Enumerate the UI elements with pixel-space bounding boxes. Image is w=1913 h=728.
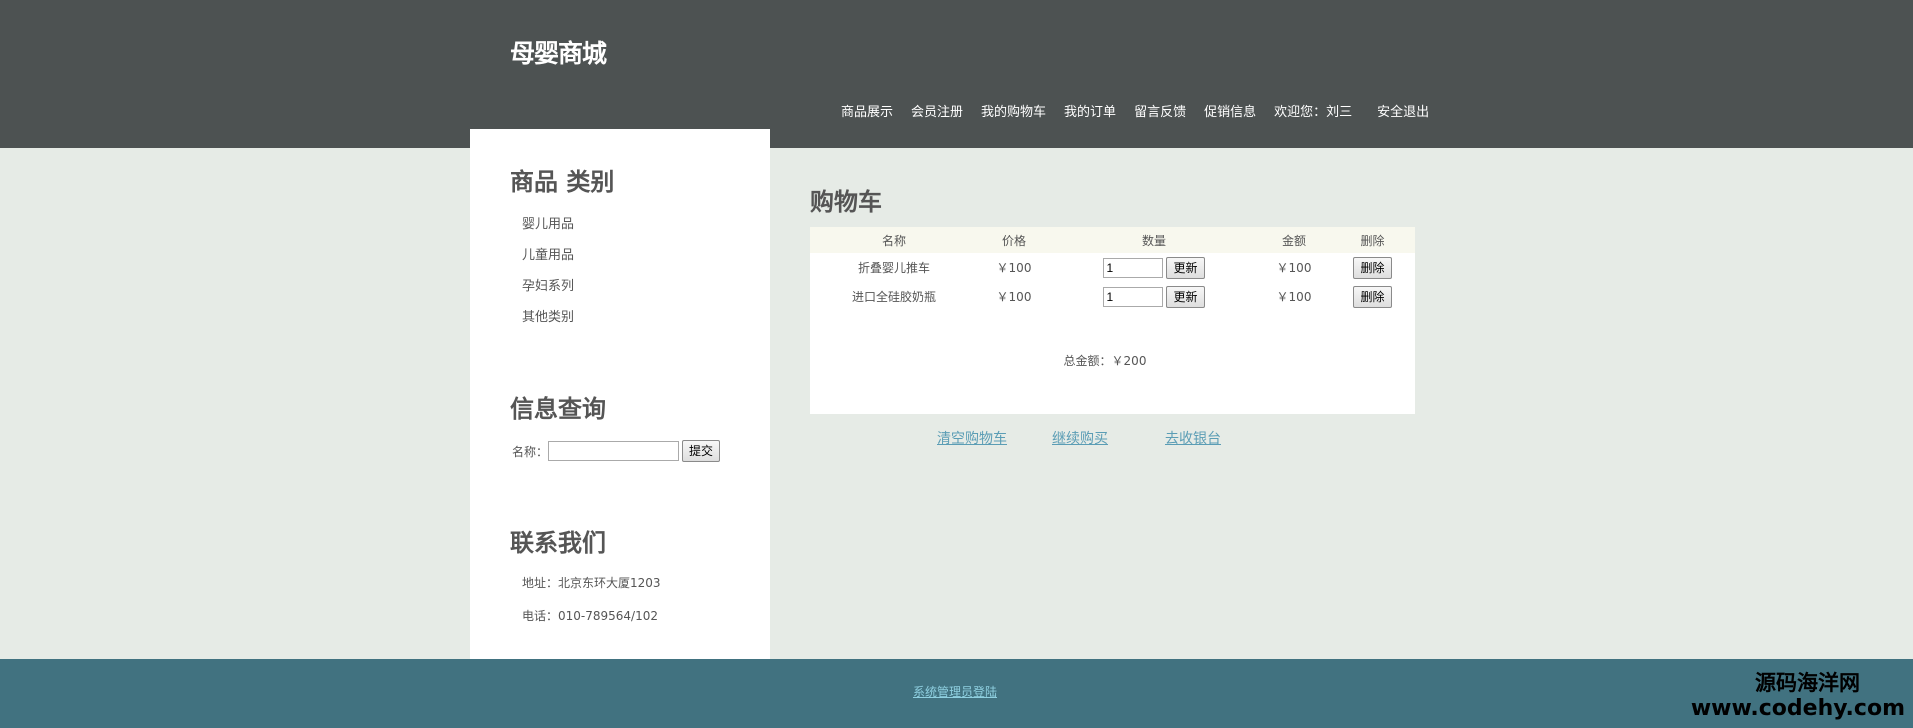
category-item-other[interactable]: 其他类别 bbox=[522, 306, 574, 337]
search-title: 信息查询 bbox=[510, 395, 606, 423]
quantity-cell: 更新 bbox=[1050, 256, 1258, 279]
cart-total: 总金额：￥200 bbox=[1063, 354, 1147, 368]
contact-address: 地址：北京东环大厦1203 bbox=[522, 576, 661, 590]
search-form: 名称： 提交 bbox=[512, 440, 721, 462]
delete-button[interactable]: 删除 bbox=[1353, 256, 1392, 279]
contact-phone: 电话：010-789564/102 bbox=[522, 609, 658, 623]
site-logo: 母婴商城 bbox=[510, 39, 607, 68]
col-header-price: 价格 bbox=[1001, 233, 1026, 248]
quantity-input[interactable] bbox=[1103, 257, 1164, 278]
category-title: 商品 类别 bbox=[510, 168, 615, 196]
main-nav: 商品展示 会员注册 我的购物车 我的订单 留言反馈 促销信息 欢迎您：刘三 安全… bbox=[841, 101, 1447, 120]
category-list: 婴儿用品 儿童用品 孕妇系列 其他类别 bbox=[522, 213, 574, 337]
watermark-url: www.codehy.com bbox=[1690, 696, 1905, 721]
cart-table: 名称 价格 数量 金额 删除 折叠婴儿推车 ￥100 更新 ￥100 删除 进口… bbox=[810, 227, 1415, 414]
cart-title: 购物车 bbox=[810, 188, 882, 216]
delete-cell: 删除 bbox=[1330, 256, 1415, 279]
site-footer: 系统管理员登陆 源码海洋网 www.codehy.com bbox=[0, 659, 1913, 728]
delete-button[interactable]: 删除 bbox=[1353, 285, 1392, 308]
sidebar: 商品 类别 婴儿用品 儿童用品 孕妇系列 其他类别 信息查询 名称： 提交 联系… bbox=[470, 129, 770, 659]
update-button[interactable]: 更新 bbox=[1166, 256, 1205, 279]
admin-login-link[interactable]: 系统管理员登陆 bbox=[913, 683, 997, 700]
welcome-text: 欢迎您：刘三 bbox=[1274, 105, 1353, 120]
delete-cell: 删除 bbox=[1330, 285, 1415, 308]
item-amount: ￥100 bbox=[1276, 290, 1312, 304]
quantity-input[interactable] bbox=[1103, 286, 1164, 307]
nav-logout[interactable]: 安全退出 bbox=[1377, 101, 1429, 120]
nav-my-orders[interactable]: 我的订单 bbox=[1064, 101, 1116, 120]
category-item-maternity[interactable]: 孕妇系列 bbox=[522, 275, 574, 306]
nav-products[interactable]: 商品展示 bbox=[841, 101, 893, 120]
item-price: ￥100 bbox=[996, 290, 1032, 304]
watermark: 源码海洋网 www.codehy.com bbox=[1691, 673, 1905, 720]
clear-cart-link[interactable]: 清空购物车 bbox=[937, 428, 1007, 448]
item-price: ￥100 bbox=[996, 261, 1032, 275]
table-row: 折叠婴儿推车 ￥100 更新 ￥100 删除 bbox=[810, 253, 1415, 282]
col-header-quantity: 数量 bbox=[1141, 233, 1166, 248]
nav-promotions[interactable]: 促销信息 bbox=[1204, 101, 1256, 120]
cart-table-header: 名称 价格 数量 金额 删除 bbox=[810, 227, 1415, 253]
category-item-children[interactable]: 儿童用品 bbox=[522, 244, 574, 275]
site-header: 母婴商城 商品展示 会员注册 我的购物车 我的订单 留言反馈 促销信息 欢迎您：… bbox=[0, 0, 1913, 148]
nav-my-cart[interactable]: 我的购物车 bbox=[981, 101, 1046, 120]
update-button[interactable]: 更新 bbox=[1166, 285, 1205, 308]
item-name: 折叠婴儿推车 bbox=[857, 261, 930, 275]
col-header-delete: 删除 bbox=[1360, 233, 1385, 248]
checkout-link[interactable]: 去收银台 bbox=[1165, 428, 1221, 448]
watermark-name: 源码海洋网 bbox=[1755, 671, 1860, 695]
quantity-cell: 更新 bbox=[1050, 285, 1258, 308]
nav-register[interactable]: 会员注册 bbox=[911, 101, 963, 120]
search-input[interactable] bbox=[548, 441, 680, 461]
col-header-name: 名称 bbox=[881, 233, 906, 248]
nav-feedback[interactable]: 留言反馈 bbox=[1134, 101, 1186, 120]
submit-button[interactable]: 提交 bbox=[682, 440, 721, 462]
continue-shopping-link[interactable]: 继续购买 bbox=[1052, 428, 1108, 448]
search-label: 名称： bbox=[512, 444, 549, 459]
table-row: 进口全硅胶奶瓶 ￥100 更新 ￥100 删除 bbox=[810, 282, 1415, 311]
category-item-baby[interactable]: 婴儿用品 bbox=[522, 213, 574, 244]
col-header-amount: 金额 bbox=[1281, 233, 1306, 248]
contact-title: 联系我们 bbox=[510, 529, 606, 557]
item-amount: ￥100 bbox=[1276, 261, 1312, 275]
item-name: 进口全硅胶奶瓶 bbox=[851, 290, 936, 304]
